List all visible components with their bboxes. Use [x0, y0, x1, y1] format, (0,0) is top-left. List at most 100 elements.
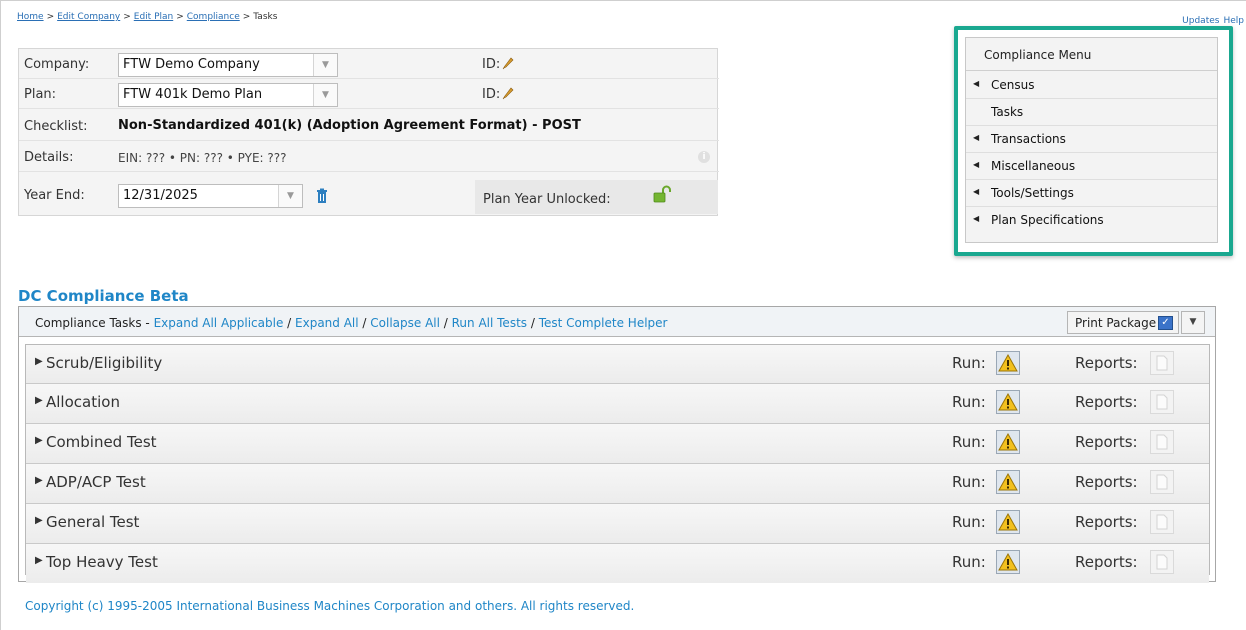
plan-year-unlocked-label: Plan Year Unlocked: [483, 192, 611, 207]
warning-icon [998, 552, 1018, 571]
breadcrumb-edit-company[interactable]: Edit Company [57, 12, 120, 22]
breadcrumb-separator: > [123, 12, 131, 22]
breadcrumb-edit-plan[interactable]: Edit Plan [134, 12, 173, 22]
print-package-label: Print Package [1075, 316, 1157, 330]
task-row[interactable]: ▶ Allocation Run: Reports: [26, 384, 1209, 424]
breadcrumb-home[interactable]: Home [17, 12, 44, 22]
triangle-right-icon[interactable]: ▶ [35, 435, 43, 446]
breadcrumb-compliance[interactable]: Compliance [187, 12, 240, 22]
collapse-all-link[interactable]: Collapse All [370, 316, 440, 330]
top-links: Updates Help [1178, 16, 1244, 26]
chevron-down-icon[interactable]: ▼ [313, 84, 337, 106]
print-package-button[interactable]: Print Package ✓ [1067, 311, 1179, 334]
run-button[interactable] [996, 430, 1020, 454]
triangle-left-icon: ◀ [973, 187, 980, 196]
company-row: Company: FTW Demo Company ▼ ID: [19, 49, 719, 79]
menu-item-miscellaneous[interactable]: ◀ Miscellaneous [966, 153, 1217, 180]
menu-item-label: Transactions [991, 132, 1066, 146]
unlock-icon[interactable] [653, 185, 671, 203]
print-package-dropdown[interactable]: ▼ [1181, 311, 1205, 334]
reports-button[interactable] [1150, 550, 1174, 574]
warning-icon [998, 353, 1018, 372]
triangle-right-icon[interactable]: ▶ [35, 475, 43, 486]
task-list: ▶ Scrub/Eligibility Run: Reports: ▶ Allocatio… [25, 344, 1210, 583]
info-icon[interactable]: i [698, 151, 710, 163]
expand-all-link[interactable]: Expand All [295, 316, 359, 330]
breadcrumb-current: Tasks [253, 12, 278, 22]
run-label: Run: [952, 393, 986, 411]
task-row[interactable]: ▶ ADP/ACP Test Run: Reports: [26, 464, 1209, 504]
menu-item-label: Plan Specifications [991, 213, 1104, 227]
checkbox-icon[interactable]: ✓ [1158, 316, 1173, 330]
triangle-left-icon: ◀ [973, 79, 980, 88]
compliance-tasks-header: Compliance Tasks - Expand All Applicable… [19, 307, 1215, 337]
pencil-icon[interactable] [501, 86, 515, 100]
reports-button[interactable] [1150, 430, 1174, 454]
test-complete-helper-link[interactable]: Test Complete Helper [539, 316, 668, 330]
run-button[interactable] [996, 510, 1020, 534]
chevron-down-icon[interactable]: ▼ [313, 54, 337, 76]
plan-year-unlocked-box: Plan Year Unlocked: [475, 180, 718, 214]
plan-info-panel: Company: FTW Demo Company ▼ ID: Plan: FT… [18, 48, 719, 216]
task-name: ADP/ACP Test [46, 473, 146, 491]
task-row[interactable]: ▶ Scrub/Eligibility Run: Reports: [26, 345, 1209, 384]
task-name: Scrub/Eligibility [46, 354, 163, 372]
task-row[interactable]: ▶ Combined Test Run: Reports: [26, 424, 1209, 464]
compliance-menu: Compliance Menu ◀ Census Tasks ◀ Transac… [954, 26, 1233, 256]
menu-item-tasks[interactable]: Tasks [966, 99, 1217, 126]
breadcrumb-separator: > [242, 12, 251, 22]
triangle-right-icon[interactable]: ▶ [35, 356, 43, 367]
year-end-label: Year End: [24, 188, 85, 203]
year-end-value: 12/31/2025 [123, 188, 198, 203]
reports-button[interactable] [1150, 390, 1174, 414]
help-link[interactable]: Help [1223, 16, 1244, 26]
trash-icon[interactable] [315, 188, 329, 204]
reports-button[interactable] [1150, 351, 1174, 375]
menu-item-tools-settings[interactable]: ◀ Tools/Settings [966, 180, 1217, 207]
pencil-icon[interactable] [501, 56, 515, 70]
run-button[interactable] [996, 351, 1020, 375]
report-icon [1156, 394, 1168, 410]
triangle-right-icon[interactable]: ▶ [35, 555, 43, 566]
updates-link[interactable]: Updates [1182, 16, 1219, 26]
menu-item-label: Tools/Settings [991, 186, 1074, 200]
details-row: Details: EIN: ??? • PN: ??? • PYE: ??? i [19, 142, 719, 172]
slash-separator: / [358, 316, 371, 330]
reports-label: Reports: [1075, 513, 1138, 531]
run-label: Run: [952, 513, 986, 531]
warning-icon [998, 512, 1018, 531]
run-button[interactable] [996, 550, 1020, 574]
slash-separator: / [283, 316, 296, 330]
plan-id-label: ID: [482, 87, 501, 102]
year-end-select[interactable]: 12/31/2025 ▼ [118, 184, 303, 208]
triangle-left-icon: ◀ [973, 214, 980, 223]
compliance-tasks-label: Compliance Tasks - [35, 316, 154, 330]
company-id-label: ID: [482, 57, 501, 72]
year-end-row: Year End: 12/31/2025 ▼ Plan Year Unlocke… [19, 180, 719, 214]
plan-row: Plan: FTW 401k Demo Plan ▼ ID: [19, 79, 719, 109]
section-title: DC Compliance Beta [18, 287, 189, 305]
plan-select[interactable]: FTW 401k Demo Plan ▼ [118, 83, 338, 107]
run-all-tests-link[interactable]: Run All Tests [452, 316, 527, 330]
breadcrumb: Home > Edit Company > Edit Plan > Compliance > T… [17, 12, 277, 22]
company-select[interactable]: FTW Demo Company ▼ [118, 53, 338, 77]
expand-all-applicable-link[interactable]: Expand All Applicable [154, 316, 284, 330]
task-name: Combined Test [46, 433, 157, 451]
triangle-right-icon[interactable]: ▶ [35, 515, 43, 526]
task-row[interactable]: ▶ General Test Run: Reports: [26, 504, 1209, 544]
details-value: EIN: ??? • PN: ??? • PYE: ??? [118, 151, 287, 165]
compliance-menu-panel: Compliance Menu ◀ Census Tasks ◀ Transac… [965, 37, 1218, 243]
reports-button[interactable] [1150, 510, 1174, 534]
chevron-down-icon[interactable]: ▼ [278, 185, 302, 207]
reports-button[interactable] [1150, 470, 1174, 494]
task-name: Allocation [46, 393, 120, 411]
run-button[interactable] [996, 470, 1020, 494]
task-row[interactable]: ▶ Top Heavy Test Run: Reports: [26, 544, 1209, 583]
menu-item-census[interactable]: ◀ Census [966, 72, 1217, 99]
warning-icon [998, 392, 1018, 411]
run-button[interactable] [996, 390, 1020, 414]
menu-item-plan-specifications[interactable]: ◀ Plan Specifications [966, 207, 1217, 234]
triangle-right-icon[interactable]: ▶ [35, 395, 43, 406]
plan-value: FTW 401k Demo Plan [123, 87, 263, 102]
menu-item-transactions[interactable]: ◀ Transactions [966, 126, 1217, 153]
